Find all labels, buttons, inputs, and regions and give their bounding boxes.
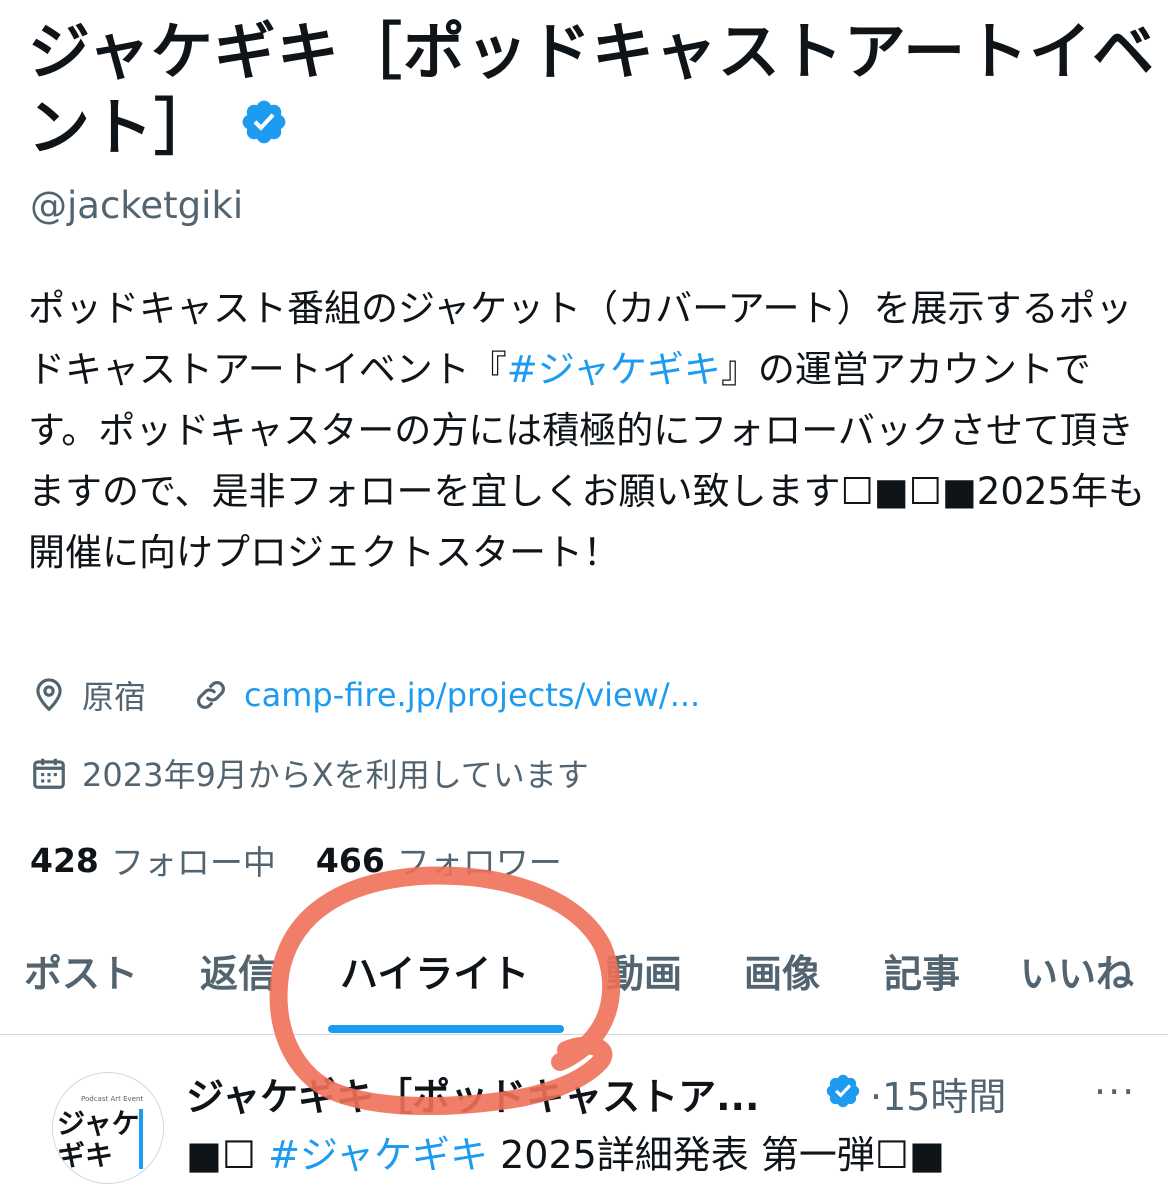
following-label[interactable]: フォロー中 [111,836,276,884]
profile-website-link[interactable]: camp-fire.jp/projects/view/... [244,676,700,714]
profile-name-line1: ジャケギキ［ポッドキャストアートイベ [28,15,1156,88]
tab-images[interactable]: 画像 [744,943,820,998]
profile-joined-row: 2023年9月からXを利用しています [30,750,589,796]
following-count[interactable]: 428 [30,841,99,880]
avatar-small-text: Podcast Art Event [81,1095,143,1103]
profile-handle: @jacketgiki [30,184,244,227]
post-text-rest: 2025詳細発表 第一弾☐■ [488,1133,945,1177]
avatar-text-2: ギキ [57,1139,113,1172]
avatar[interactable]: Podcast Art Event ジャケ ギキ [52,1072,164,1184]
profile-bio: ポッドキャスト番組のジャケット（カバーアート）を展示するポッドキャストアートイベ… [28,278,1153,583]
tab-replies[interactable]: 返信 [200,943,276,998]
link-icon [192,676,230,714]
post-text-prefix: ■☐ [186,1133,269,1177]
followers-count[interactable]: 466 [316,841,385,880]
verified-badge-icon [824,1072,862,1114]
post-timestamp[interactable]: ·15時間 [870,1066,1006,1121]
tab-articles[interactable]: 記事 [884,943,960,998]
calendar-icon [30,754,68,792]
bio-hashtag-link[interactable]: #ジャケギキ [507,348,721,391]
profile-stats: 428 フォロー中 466 フォロワー [30,836,602,884]
tabs-divider [0,1034,1168,1035]
active-tab-indicator [328,1025,564,1033]
profile-meta-row: 原宿 camp-fire.jp/projects/view/... [30,672,700,718]
tab-likes[interactable]: いいね [1020,943,1134,998]
profile-tabs: ポスト 返信 ハイライト 動画 画像 記事 いいね [0,935,1168,1035]
location-pin-icon [30,676,68,714]
profile-name: ジャケギキ［ポッドキャストアートイベ ント］ [28,14,1158,170]
avatar-text-1: ジャケ [57,1107,140,1140]
verified-badge-icon[interactable] [239,88,289,164]
tab-posts[interactable]: ポスト [24,943,138,998]
profile-name-line2: ント］ [28,91,218,164]
post-author-name[interactable]: ジャケギキ［ポッドキャストア... [186,1066,759,1121]
tab-highlights[interactable]: ハイライト [340,943,529,998]
profile-location: 原宿 [82,678,147,716]
more-options-icon[interactable]: ··· [1094,1070,1136,1114]
post-hashtag-link[interactable]: #ジャケギキ [268,1133,488,1177]
post-text: ■☐ #ジャケギキ 2025詳細発表 第一弾☐■ [186,1124,945,1179]
tab-videos[interactable]: 動画 [606,943,682,998]
followers-label[interactable]: フォロワー [397,836,562,884]
profile-joined-date: 2023年9月からXを利用しています [82,756,589,794]
